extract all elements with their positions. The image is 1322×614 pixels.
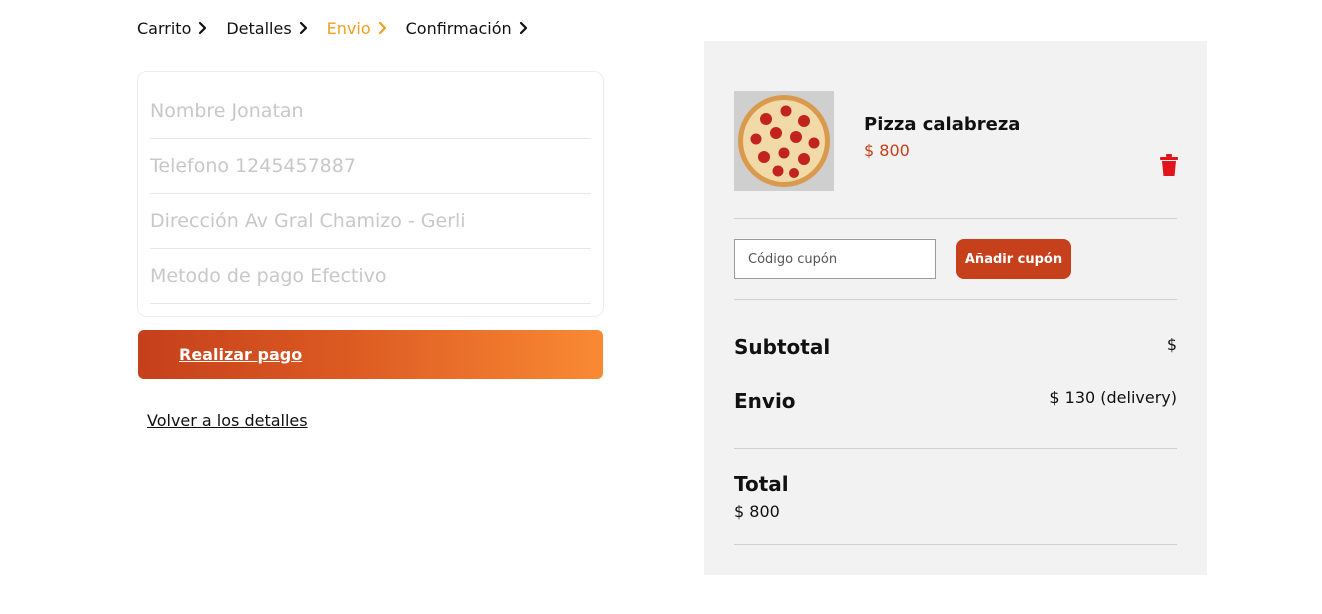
- total-label: Total: [734, 472, 789, 496]
- shipping-form: [137, 71, 604, 317]
- chevron-right-icon: [519, 21, 527, 35]
- divider: [734, 218, 1177, 219]
- breadcrumb-label: Detalles: [226, 18, 292, 38]
- envio-value: $ 130 (delivery): [1049, 388, 1177, 407]
- envio-label: Envio: [734, 389, 796, 413]
- chevron-right-icon: [378, 21, 386, 35]
- address-field[interactable]: [150, 210, 591, 232]
- field-row: [150, 249, 591, 304]
- order-summary: Pizza calabreza $ 800 Añadir cupón Subto…: [704, 41, 1207, 575]
- phone-field[interactable]: [150, 155, 591, 177]
- trash-icon[interactable]: [1160, 154, 1178, 176]
- field-row: [150, 194, 591, 249]
- breadcrumb-label: Carrito: [137, 18, 192, 38]
- back-to-details-link[interactable]: Volver a los detalles: [147, 411, 308, 430]
- pay-button-label: Realizar pago: [179, 345, 303, 364]
- chevron-right-icon: [299, 21, 307, 35]
- item-name: Pizza calabreza: [864, 114, 1021, 135]
- breadcrumb-item-detalles[interactable]: Detalles: [226, 19, 310, 38]
- divider: [734, 544, 1177, 545]
- realizar-pago-button[interactable]: Realizar pago: [138, 330, 603, 379]
- item-price: $ 800: [864, 141, 910, 160]
- breadcrumb-item-carrito[interactable]: Carrito: [137, 19, 210, 38]
- add-coupon-button[interactable]: Añadir cupón: [956, 239, 1071, 279]
- breadcrumb-label: Confirmación: [405, 18, 512, 38]
- name-field[interactable]: [150, 100, 591, 122]
- breadcrumb-label: Envio: [326, 18, 371, 38]
- divider: [734, 448, 1177, 449]
- pizza-icon: [738, 95, 830, 187]
- subtotal-value: $: [1166, 335, 1177, 354]
- field-row: [150, 72, 591, 139]
- field-row: [150, 139, 591, 194]
- chevron-right-icon: [199, 21, 207, 35]
- subtotal-label: Subtotal: [734, 335, 831, 359]
- breadcrumb: Carrito Detalles Envio Confirmación: [137, 17, 547, 39]
- total-value: $ 800: [734, 502, 780, 521]
- pizza-image: [734, 91, 834, 191]
- breadcrumb-item-envio[interactable]: Envio: [327, 19, 390, 38]
- breadcrumb-item-confirmacion[interactable]: Confirmación: [406, 19, 531, 38]
- payment-method-field[interactable]: [150, 265, 591, 287]
- divider: [734, 299, 1177, 300]
- coupon-input[interactable]: [734, 239, 936, 279]
